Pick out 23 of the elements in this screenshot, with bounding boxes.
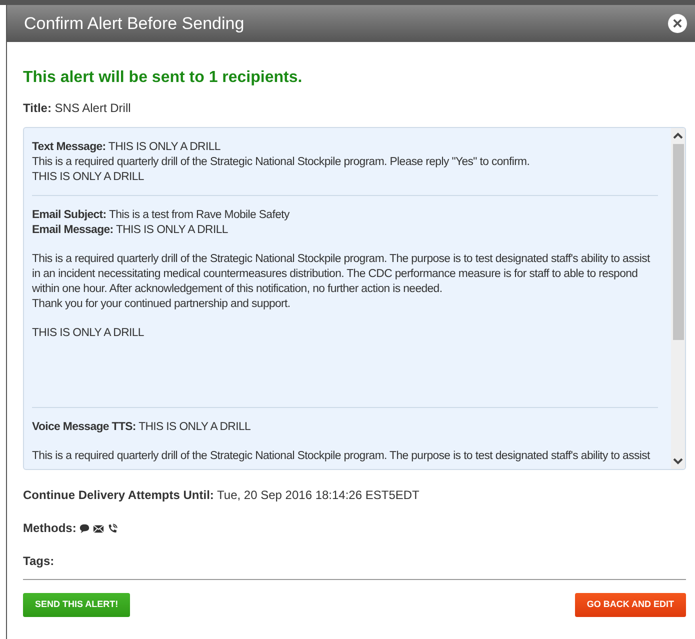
message-text: Thank you for your continued partnership and support. — [32, 297, 292, 312]
back-button[interactable]: GO BACK AND EDIT — [574, 593, 686, 618]
delivery-deadline-text: Continue Delivery Attempts Until: Tue, 20 Sep 2016 18:14:26 EST5EDT — [23, 488, 420, 504]
chat-bubble-icon — [79, 523, 90, 534]
message-text: THIS IS ONLY A DRILL — [32, 326, 145, 342]
send-button[interactable]: SEND THIS ALERT! — [23, 593, 130, 618]
message-text: THIS IS ONLY A DRILL — [32, 170, 145, 186]
message-field-text: Text Message: THIS IS ONLY A DRILL — [32, 140, 222, 156]
envelope-icon — [93, 523, 104, 534]
methods-label: Methods: — [23, 521, 76, 536]
recipient-count-heading: This alert will be sent to 1 recipients. — [23, 68, 304, 88]
alert-title-text: Title: SNS Alert Drill — [23, 100, 132, 118]
message-text: This is a required quarterly drill of the Strategic National Stockpile program. The purpose is to test designated staff's ability to assist in an incident necessitating medical countermeasures distribution. The CDC performance measure is for staff to able to respond within one hour. After acknowledgement of this notification, no further action is needed. — [32, 252, 652, 298]
message-field-text: Email Subject: This is a test from Rave Mobile Safety — [32, 208, 290, 224]
message-field-text: Voice Message TTS: THIS IS ONLY A DRILL — [32, 420, 252, 436]
message-text: This is a required quarterly drill of the Strategic National Stockpile program. The purpose is to test designated staff's ability to assist — [32, 449, 652, 464]
scrollbar[interactable] — [671, 128, 685, 470]
message-text: This is a required quarterly drill of the Strategic National Stockpile program. Please reply "Yes" to confirm. — [32, 155, 531, 170]
dialog-title: Confirm Alert Before Sending — [24, 12, 244, 35]
close-button[interactable]: × — [668, 14, 687, 33]
message-field-text: Email Message: THIS IS ONLY A DRILL — [32, 223, 229, 238]
phone-icon — [107, 523, 118, 534]
tags-label: Tags: — [23, 554, 56, 570]
